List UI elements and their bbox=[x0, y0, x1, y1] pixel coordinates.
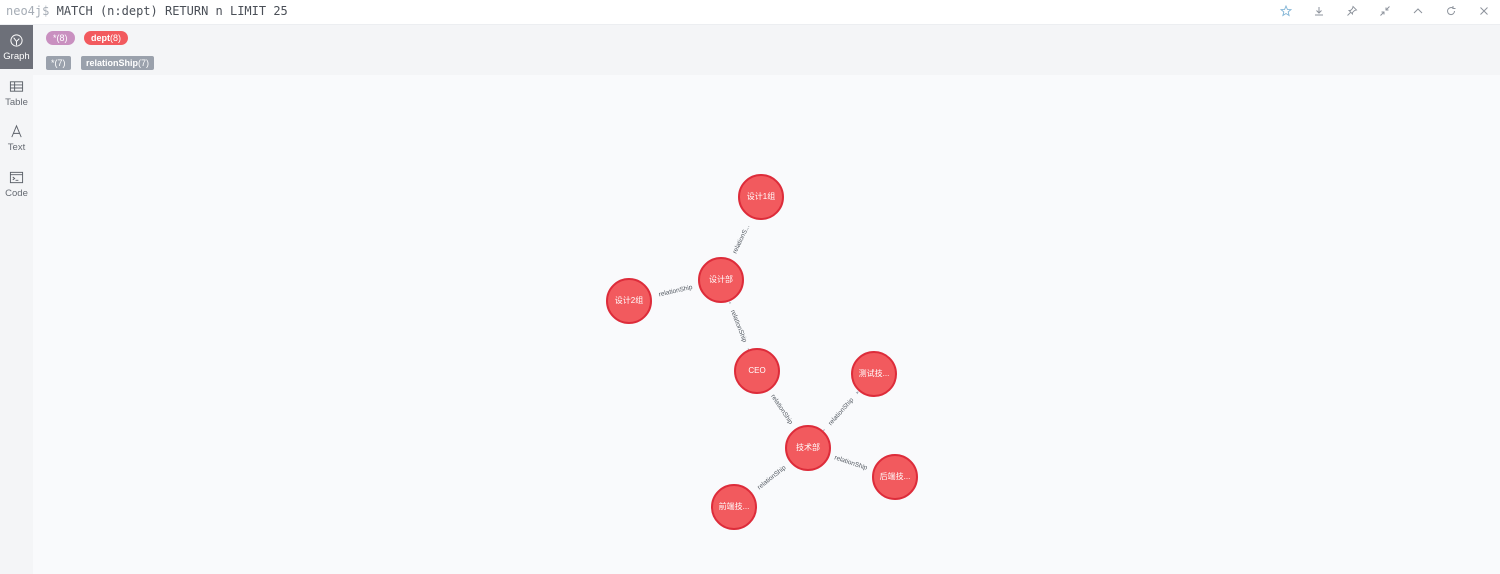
rel-count-all-tag[interactable]: *(7) bbox=[46, 56, 71, 70]
graph-node[interactable]: CEO bbox=[734, 348, 780, 394]
view-tab-label: Text bbox=[7, 142, 26, 153]
query-bar: neo4j$ MATCH (n:dept) RETURN n LIMIT 25 bbox=[0, 0, 1500, 25]
pin-button[interactable] bbox=[1335, 0, 1368, 22]
node-label: 前端技... bbox=[719, 501, 750, 511]
rerun-button[interactable] bbox=[1434, 0, 1467, 22]
favorite-button[interactable] bbox=[1269, 0, 1302, 22]
close-icon bbox=[1479, 7, 1488, 15]
table-icon bbox=[9, 81, 24, 92]
query-prompt: neo4j$ bbox=[6, 4, 50, 18]
view-tab-label: Graph bbox=[3, 51, 30, 62]
graph-canvas[interactable]: relationS...relationShiprelationShiprela… bbox=[33, 75, 1500, 574]
graph-node[interactable]: 技术部 bbox=[785, 425, 831, 471]
node-label: 后端技... bbox=[880, 471, 911, 481]
edge-label: relationShip bbox=[756, 464, 788, 491]
code-icon bbox=[9, 171, 24, 184]
view-tab-label: Code bbox=[5, 188, 28, 199]
view-tab-text[interactable]: Text bbox=[0, 116, 33, 160]
refresh-icon bbox=[1446, 6, 1455, 16]
collapse-fullscreen-button[interactable] bbox=[1368, 0, 1401, 22]
graph-node[interactable]: 设计1组 bbox=[738, 174, 784, 220]
edge-label: relationShip bbox=[827, 396, 855, 427]
node-count-all-pill[interactable]: *(8) bbox=[46, 31, 75, 45]
pin-icon bbox=[1346, 5, 1357, 16]
node-label: 设计部 bbox=[709, 274, 733, 284]
query-editor[interactable]: neo4j$ MATCH (n:dept) RETURN n LIMIT 25 bbox=[6, 4, 288, 18]
view-tab-code[interactable]: Code bbox=[0, 162, 33, 206]
download-button[interactable] bbox=[1302, 0, 1335, 22]
view-tab-graph[interactable]: Graph bbox=[0, 25, 33, 69]
rel-type-tag-relationship[interactable]: relationShip(7) bbox=[81, 56, 155, 70]
edge-label: relationShip bbox=[833, 454, 868, 472]
node-label: 技术部 bbox=[796, 442, 820, 452]
graph-legend: *(8) dept(8) *(7) relationShip(7) bbox=[33, 25, 1500, 75]
rel-type-name: relationShip bbox=[86, 58, 139, 68]
view-sidebar: Graph Table Text Code bbox=[0, 25, 33, 574]
rel-type-count: (7) bbox=[138, 58, 150, 68]
graph-node[interactable]: 设计部 bbox=[698, 257, 744, 303]
query-text: MATCH (n:dept) RETURN n LIMIT 25 bbox=[56, 4, 288, 18]
chevron-up-icon bbox=[1413, 8, 1422, 14]
node-label: CEO bbox=[748, 366, 765, 375]
edge-label: relationShip bbox=[729, 309, 748, 344]
collapse-frame-button[interactable] bbox=[1401, 0, 1434, 22]
view-tab-label: Table bbox=[5, 97, 28, 108]
node-label-pill-dept[interactable]: dept(8) bbox=[84, 31, 128, 45]
node-label-count: (8) bbox=[110, 33, 121, 43]
graph-node[interactable]: 后端技... bbox=[872, 454, 918, 500]
graph-node[interactable]: 前端技... bbox=[711, 484, 757, 530]
frame-actions bbox=[1269, 0, 1500, 24]
close-frame-button[interactable] bbox=[1467, 0, 1500, 22]
graph-icon bbox=[10, 34, 23, 47]
node-label: 测试技... bbox=[859, 368, 890, 378]
text-icon bbox=[11, 124, 22, 138]
graph-nodes: 设计1组设计部设计2组 CEO 测试技... 技术部后端技... 前端技... bbox=[606, 174, 918, 530]
node-label: 设计2组 bbox=[615, 295, 643, 305]
star-icon bbox=[1279, 5, 1292, 17]
node-label: 设计1组 bbox=[747, 191, 775, 201]
node-label-name: dept bbox=[91, 33, 110, 43]
view-tab-table[interactable]: Table bbox=[0, 71, 33, 115]
graph-node[interactable]: 设计2组 bbox=[606, 278, 652, 324]
edge-label: relationShip bbox=[769, 393, 794, 426]
download-icon bbox=[1314, 7, 1323, 16]
collapse-icon bbox=[1379, 6, 1390, 16]
graph-node[interactable]: 测试技... bbox=[851, 351, 897, 397]
